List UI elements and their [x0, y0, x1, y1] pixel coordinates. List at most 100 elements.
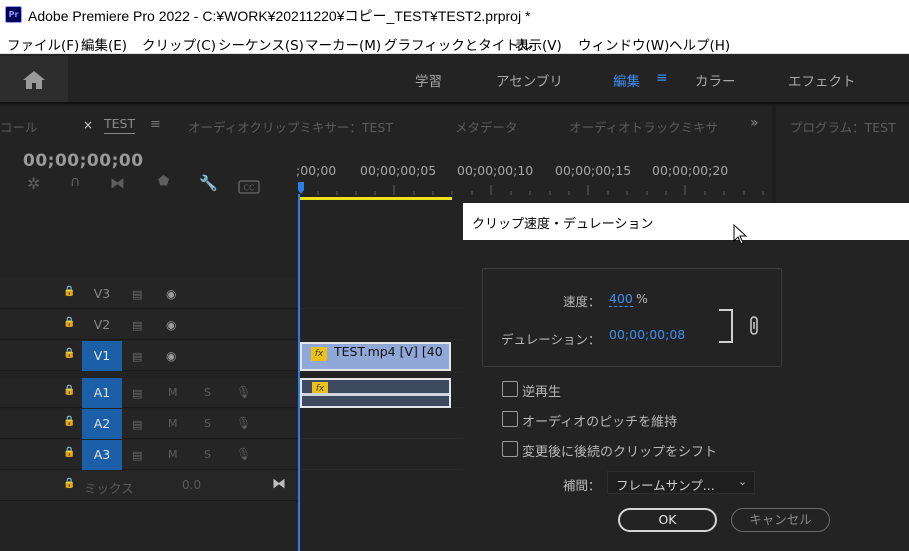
solo-button[interactable]: S	[204, 417, 211, 430]
wrench-icon[interactable]: 🔧	[199, 174, 218, 192]
video-clip[interactable]: fx TEST.mp4 [V] [40	[300, 342, 451, 371]
chevron-down-icon: ⌄	[738, 475, 748, 488]
ok-button[interactable]: OK	[618, 508, 717, 532]
fx-badge: fx	[311, 347, 327, 361]
time-ruler[interactable]	[298, 182, 772, 202]
sync-lock-icon[interactable]: ▤	[132, 319, 142, 332]
dialog-title: クリップ速度・デュレーション	[472, 217, 654, 232]
duration-value[interactable]: 00;00;00;08	[609, 327, 685, 342]
maintain-pitch-checkbox[interactable]	[502, 411, 518, 427]
captions-icon[interactable]: CC	[238, 180, 260, 194]
eye-icon[interactable]: ◉	[166, 349, 176, 363]
playhead-timecode[interactable]: 00;00;00;00	[23, 151, 144, 171]
menu-file[interactable]: ファイル(F)	[7, 34, 79, 54]
sync-lock-icon[interactable]: ▤	[132, 288, 142, 301]
reverse-speed-checkbox[interactable]	[502, 381, 518, 397]
lock-icon[interactable]: 🔒	[63, 286, 75, 299]
eye-icon[interactable]: ◉	[166, 287, 176, 301]
track-header-a3[interactable]: 🔒 A3 ▤ M S 🎙	[0, 440, 298, 470]
workspace-tab-assembly[interactable]: アセンブリ	[496, 70, 563, 90]
solo-button[interactable]: S	[204, 386, 211, 399]
menu-view[interactable]: 表示(V)	[515, 34, 562, 54]
mute-button[interactable]: M	[168, 417, 178, 430]
tab-audio-track-mixer[interactable]: オーディオトラックミキサ	[569, 117, 718, 136]
sync-lock-icon[interactable]: ▤	[132, 418, 142, 431]
microphone-icon[interactable]: 🎙	[236, 447, 251, 461]
audio-clip[interactable]: fx	[300, 378, 451, 408]
track-name[interactable]: V2	[82, 310, 122, 340]
workspace-tab-editing[interactable]: 編集	[613, 70, 640, 90]
menu-sequence[interactable]: シーケンス(S)	[218, 34, 304, 54]
workspace-tab-color[interactable]: カラー	[695, 70, 736, 90]
mute-button[interactable]: M	[168, 386, 178, 399]
lock-icon[interactable]: 🔒	[63, 348, 75, 361]
ripple-edit-label: 変更後に後続のクリップをシフト	[522, 445, 718, 460]
link-speed-duration-icon[interactable]	[717, 308, 767, 344]
workspace-tab-learning[interactable]: 学習	[415, 70, 442, 90]
ruler-label: ;00;00	[296, 163, 337, 178]
menu-marker[interactable]: マーカー(M)	[305, 34, 381, 54]
bowtie-icon[interactable]: ⧓	[272, 476, 286, 492]
sync-lock-icon[interactable]: ▤	[132, 387, 142, 400]
track-name[interactable]: V3	[82, 279, 122, 309]
ripple-edit-checkbox[interactable]	[502, 441, 518, 457]
premiere-app-icon: Pr	[5, 6, 22, 23]
speed-value[interactable]: 400	[609, 291, 633, 307]
microphone-icon[interactable]: 🎙	[236, 416, 251, 430]
lock-icon[interactable]: 🔒	[63, 478, 75, 491]
lock-icon[interactable]: 🔒	[63, 317, 75, 330]
menu-help[interactable]: ヘルプ(H)	[669, 34, 730, 54]
track-name-selected[interactable]: A3	[82, 440, 122, 470]
workspace-menu-icon[interactable]: ≡	[656, 70, 668, 86]
lock-icon[interactable]: 🔒	[63, 447, 75, 460]
sync-lock-icon[interactable]: ▤	[132, 350, 142, 363]
solo-button[interactable]: S	[204, 448, 211, 461]
snap-magnet-icon[interactable]: ∩	[70, 174, 80, 190]
home-panel	[0, 56, 68, 102]
menu-clip[interactable]: クリップ(C)	[142, 34, 216, 54]
tab-program-monitor[interactable]: プログラム：TEST	[790, 117, 896, 136]
panel-menu-icon[interactable]: ≡	[150, 117, 161, 132]
home-icon[interactable]	[22, 70, 46, 90]
tab-metadata[interactable]: メタデータ	[455, 117, 518, 136]
tab-audio-clip-mixer[interactable]: オーディオクリップミキサー：TEST	[188, 117, 393, 136]
track-header-v1[interactable]: 🔒 V1 ▤ ◉	[0, 341, 298, 371]
reverse-speed-label: 逆再生	[522, 385, 562, 400]
cancel-button[interactable]: キャンセル	[731, 508, 830, 532]
workspace-bar: 学習 アセンブリ 編集 ≡ カラー エフェクト	[0, 54, 909, 104]
menu-window[interactable]: ウィンドウ(W)	[578, 34, 669, 54]
track-header-v2[interactable]: 🔒 V2 ▤ ◉	[0, 310, 298, 340]
eye-icon[interactable]: ◉	[166, 318, 176, 332]
track-header-a1[interactable]: 🔒 A1 ▤ M S 🎙	[0, 378, 298, 408]
interpolation-select[interactable]: フレームサンプ... ⌄	[607, 471, 755, 494]
mute-button[interactable]: M	[168, 448, 178, 461]
overflow-icon[interactable]: »	[750, 115, 759, 131]
track-header-v3[interactable]: 🔒 V3 ▤ ◉	[0, 279, 298, 309]
track-header-a2[interactable]: 🔒 A2 ▤ M S 🎙	[0, 409, 298, 439]
interpolation-label: 補間：	[563, 478, 601, 493]
playhead-line[interactable]	[298, 194, 300, 551]
sync-lock-icon[interactable]: ▤	[132, 449, 142, 462]
playhead-handle	[298, 182, 304, 194]
mix-volume-value[interactable]: 0.0	[182, 478, 201, 492]
tab-sequence[interactable]: TEST	[104, 116, 136, 134]
track-header-mix: 🔒 ミックス 0.0 ⧓	[0, 471, 298, 501]
workspace-tab-effects[interactable]: エフェクト	[788, 70, 856, 90]
menu-graphics[interactable]: グラフィックとタイトル	[384, 34, 532, 54]
lock-icon[interactable]: 🔒	[63, 416, 75, 429]
linked-selection-icon[interactable]: ⧓	[110, 174, 125, 192]
track-name-selected[interactable]: A1	[82, 378, 122, 408]
close-tab-icon[interactable]: ×	[83, 118, 93, 132]
nest-toggle-icon[interactable]: ✲	[27, 174, 40, 193]
tab-project-cut[interactable]: コール	[0, 117, 38, 136]
add-marker-icon[interactable]: ⬟	[158, 174, 169, 189]
track-name-selected[interactable]: A2	[82, 409, 122, 439]
menu-edit[interactable]: 編集(E)	[81, 34, 127, 54]
ruler-label: 00;00;00;10	[457, 163, 534, 178]
mouse-cursor-icon	[733, 224, 748, 245]
menubar: ファイル(F) 編集(E) クリップ(C) シーケンス(S) マーカー(M) グ…	[0, 30, 909, 54]
audio-clip-divider	[302, 393, 449, 396]
microphone-icon[interactable]: 🎙	[236, 385, 251, 399]
track-name-selected[interactable]: V1	[82, 341, 122, 371]
lock-icon[interactable]: 🔒	[63, 385, 75, 398]
